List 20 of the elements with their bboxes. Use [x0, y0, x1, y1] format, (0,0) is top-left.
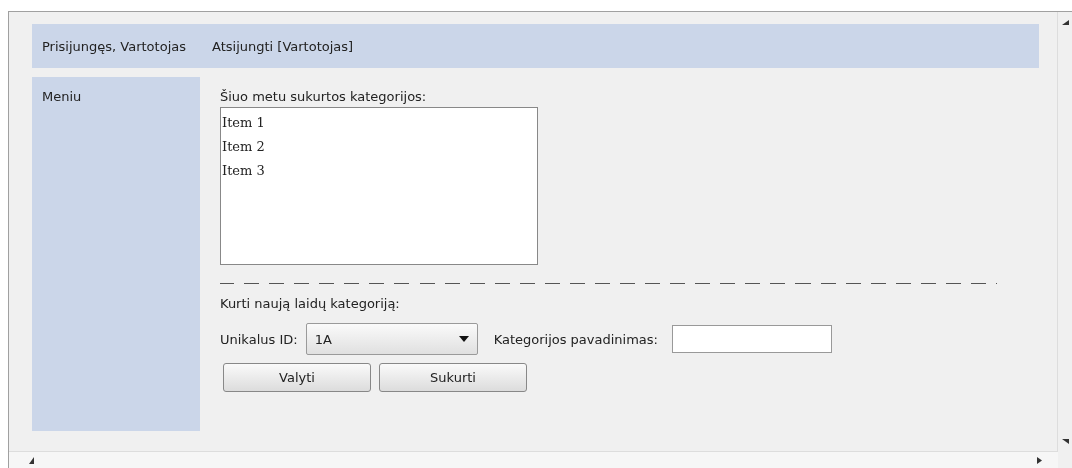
id-label: Unikalus ID:: [220, 331, 298, 347]
scroll-up-icon[interactable]: [1061, 20, 1069, 25]
caret-icon: [458, 336, 469, 342]
list-item[interactable]: Item 3: [222, 159, 536, 183]
list-item[interactable]: Item 2: [222, 135, 536, 159]
form-button[interactable]: Sukurti: [379, 363, 527, 392]
form-button[interactable]: Valyti: [223, 363, 371, 392]
form-title: Kurti naują laidų kategoriją:: [220, 296, 401, 311]
scroll-left-icon[interactable]: [29, 456, 34, 464]
scroll-down-icon[interactable]: [1061, 439, 1069, 444]
categories-list[interactable]: Item 1 Item 2 Item 3: [220, 107, 538, 265]
categories-label: Šiuo metu sukurtos kategorijos:: [220, 89, 428, 104]
id-dropdown[interactable]: 1A: [305, 323, 478, 355]
name-input[interactable]: [672, 325, 832, 353]
name-label: Kategorijos pavadinimas:: [493, 331, 658, 347]
logout-link[interactable]: Atsijungti [Vartotojas]: [212, 38, 354, 54]
scroll-right-icon[interactable]: [1037, 456, 1042, 464]
sidebar-title: Meniu: [42, 89, 82, 104]
greeting-text: Prisijungęs, Vartotojas: [42, 38, 186, 54]
list-item[interactable]: Item 1: [222, 111, 536, 135]
